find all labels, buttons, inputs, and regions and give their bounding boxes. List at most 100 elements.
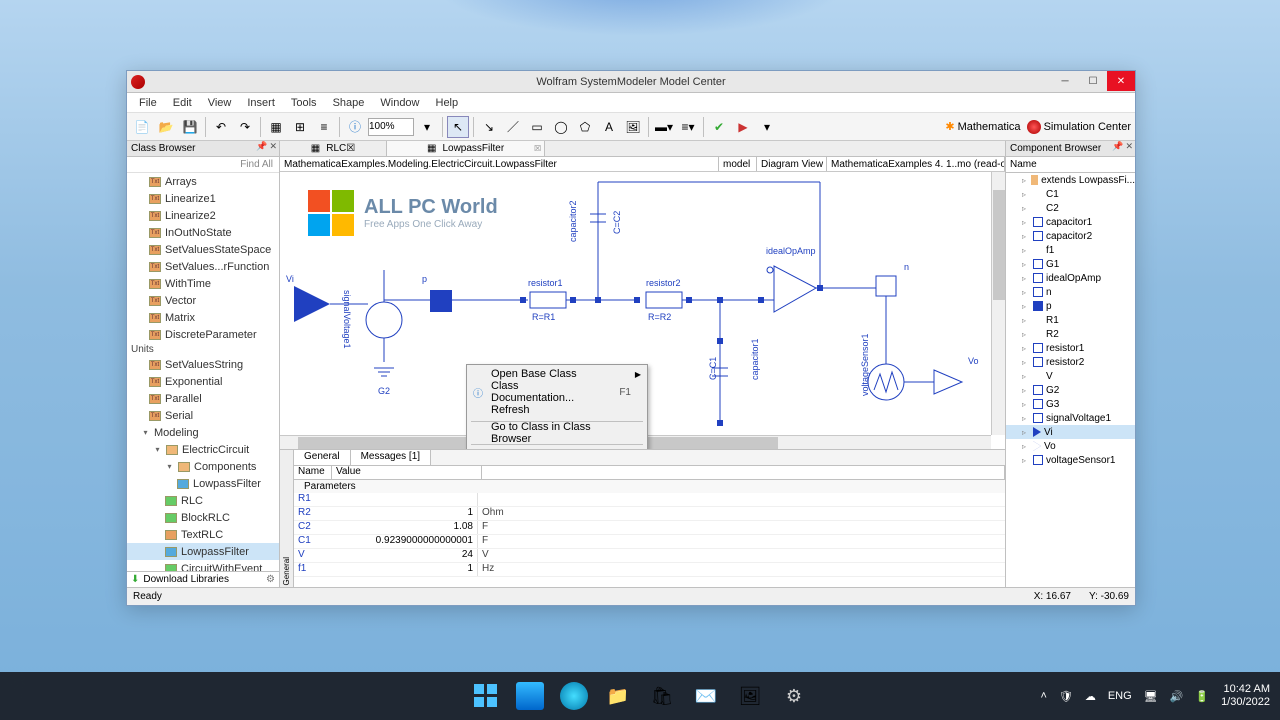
system-tray[interactable]: ˄ 🛡 ☁ ENG 🖥 🔊 🔋 10:42 AM 1/30/2022 <box>1040 683 1270 709</box>
component-item[interactable]: ▹G2 <box>1006 383 1135 397</box>
line-style-icon[interactable]: ≡▾ <box>677 116 699 138</box>
network-icon[interactable]: 🖥 <box>1144 690 1158 703</box>
pin-icon[interactable]: 📌 <box>256 141 267 152</box>
explorer-icon[interactable]: 📁 <box>604 682 632 710</box>
zoom-dropdown-icon[interactable]: ▾ <box>416 116 438 138</box>
tab-rlc[interactable]: ▦ RLC☒ <box>280 141 387 156</box>
close-tab-icon[interactable]: ☒ <box>346 143 355 154</box>
view-text-button[interactable]: ≡ <box>313 116 335 138</box>
edge-icon[interactable] <box>560 682 588 710</box>
component-tree[interactable]: ▹extends LowpassFi...▹C1▹C2▹capacitor1▹c… <box>1006 173 1135 587</box>
simulate-dropdown-icon[interactable]: ▾ <box>756 116 778 138</box>
tree-item[interactable]: TxtSerial <box>127 407 279 424</box>
line-tool-icon[interactable]: ／ <box>502 116 524 138</box>
store-icon[interactable]: 🛍 <box>648 682 676 710</box>
tree-item[interactable]: TxtSetValuesString <box>127 356 279 373</box>
view-cell[interactable]: Diagram View <box>757 157 827 171</box>
simulate-icon[interactable]: ▶ <box>732 116 754 138</box>
rect-tool-icon[interactable]: ▭ <box>526 116 548 138</box>
component-item[interactable]: ▹n <box>1006 285 1135 299</box>
close-button[interactable]: ✕ <box>1107 71 1135 91</box>
component-item[interactable]: ▹voltageSensor1 <box>1006 453 1135 467</box>
security-icon[interactable]: 🛡 <box>1059 690 1073 703</box>
param-row[interactable]: C21.08F <box>294 521 1005 535</box>
zoom-input[interactable] <box>368 118 414 136</box>
component-item[interactable]: ▹Vo <box>1006 439 1135 453</box>
view-diagram-button[interactable]: ⊞ <box>289 116 311 138</box>
start-button[interactable] <box>472 682 500 710</box>
pointer-tool-icon[interactable]: ↖ <box>447 116 469 138</box>
tree-item[interactable]: TxtMatrix <box>127 309 279 326</box>
tab-general[interactable]: General <box>294 450 351 465</box>
battery-icon[interactable]: 🔋 <box>1195 690 1209 703</box>
component-item[interactable]: ▹R2 <box>1006 327 1135 341</box>
component-item[interactable]: ▹signalVoltage1 <box>1006 411 1135 425</box>
tab-messages[interactable]: Messages [1] <box>351 450 431 465</box>
pin-icon[interactable]: 📌 <box>1112 141 1123 152</box>
component-item[interactable]: ▹G3 <box>1006 397 1135 411</box>
tree-item[interactable]: TextRLC <box>127 526 279 543</box>
menu-window[interactable]: Window <box>372 95 427 111</box>
component-item[interactable]: ▹R1 <box>1006 313 1135 327</box>
tree-item[interactable]: RLC <box>127 492 279 509</box>
photos-icon[interactable]: 🖼 <box>736 682 764 710</box>
mail-icon[interactable]: ✉️ <box>692 682 720 710</box>
task-view-icon[interactable] <box>516 682 544 710</box>
download-libraries[interactable]: ⬇Download Libraries⚙ <box>127 571 279 587</box>
maximize-button[interactable]: ☐ <box>1079 71 1107 91</box>
open-icon[interactable]: 📂 <box>155 116 177 138</box>
tree-item[interactable]: ▾Components <box>127 458 279 475</box>
titlebar[interactable]: Wolfram SystemModeler Model Center ─ ☐ ✕ <box>127 71 1135 93</box>
param-row[interactable]: f11Hz <box>294 563 1005 577</box>
param-row[interactable]: C10.9239000000000001F <box>294 535 1005 549</box>
tree-item[interactable]: LowpassFilter <box>127 475 279 492</box>
menu-help[interactable]: Help <box>428 95 467 111</box>
name-column-header[interactable]: Name <box>1006 157 1135 173</box>
component-item[interactable]: ▹capacitor2 <box>1006 229 1135 243</box>
tree-item[interactable]: TxtInOutNoState <box>127 224 279 241</box>
taskbar[interactable]: 📁 🛍 ✉️ 🖼 ⚙ ˄ 🛡 ☁ ENG 🖥 🔊 🔋 10:42 AM 1/30… <box>0 672 1280 720</box>
tab-lowpassfilter[interactable]: ▦ LowpassFilter☒ <box>387 141 545 156</box>
menu-view[interactable]: View <box>200 95 240 111</box>
component-item[interactable]: ▹V <box>1006 369 1135 383</box>
ctx-refresh[interactable]: Refresh <box>467 401 647 419</box>
simulation-center-link[interactable]: Simulation Center <box>1027 120 1131 134</box>
tree-item[interactable]: TxtLinearize1 <box>127 190 279 207</box>
component-item[interactable]: ▹resistor1 <box>1006 341 1135 355</box>
volume-icon[interactable]: 🔊 <box>1170 690 1184 703</box>
weather-icon[interactable]: ☁ <box>1085 690 1096 703</box>
settings-icon[interactable]: ⚙ <box>780 682 808 710</box>
component-item[interactable]: ▹Vi <box>1006 425 1135 439</box>
param-row[interactable]: R21Ohm <box>294 507 1005 521</box>
image-tool-icon[interactable]: 🖼 <box>622 116 644 138</box>
menu-tools[interactable]: Tools <box>283 95 325 111</box>
component-item[interactable]: ▹G1 <box>1006 257 1135 271</box>
menu-edit[interactable]: Edit <box>165 95 200 111</box>
menu-shape[interactable]: Shape <box>325 95 373 111</box>
menu-insert[interactable]: Insert <box>239 95 283 111</box>
mathematica-link[interactable]: ✱Mathematica <box>945 120 1020 133</box>
minimize-button[interactable]: ─ <box>1051 71 1079 91</box>
diagram-canvas[interactable]: ALL PC World Free Apps One Click Away Vi <box>280 172 1005 449</box>
param-row[interactable]: R1 <box>294 493 1005 507</box>
bottom-side-tabs[interactable]: General <box>280 450 294 587</box>
save-icon[interactable]: 💾 <box>179 116 201 138</box>
clock[interactable]: 10:42 AM 1/30/2022 <box>1221 683 1270 709</box>
tree-item[interactable]: TxtDiscreteParameter <box>127 326 279 343</box>
component-item[interactable]: ▹f1 <box>1006 243 1135 257</box>
tree-item[interactable]: LowpassFilter <box>127 543 279 560</box>
ellipse-tool-icon[interactable]: ◯ <box>550 116 572 138</box>
vertical-scrollbar[interactable] <box>991 172 1005 435</box>
tree-item[interactable]: TxtLinearize2 <box>127 207 279 224</box>
breadcrumb[interactable]: MathematicaExamples.Modeling.ElectricCir… <box>280 157 719 171</box>
ctx-goto-class[interactable]: Go to Class in Class Browser <box>467 424 647 442</box>
view-icon-button[interactable]: ▦ <box>265 116 287 138</box>
tree-item[interactable]: TxtWithTime <box>127 275 279 292</box>
close-panel-icon[interactable]: ✕ <box>269 141 277 152</box>
component-item[interactable]: ▹p <box>1006 299 1135 313</box>
ctx-class-documentation[interactable]: ⓘClass Documentation...F1 <box>467 383 647 401</box>
tree-item-modeling[interactable]: ▾Modeling <box>127 424 279 441</box>
tree-item[interactable]: TxtArrays <box>127 173 279 190</box>
chevron-up-icon[interactable]: ˄ <box>1040 690 1046 702</box>
connector-tool-icon[interactable]: ↘ <box>478 116 500 138</box>
